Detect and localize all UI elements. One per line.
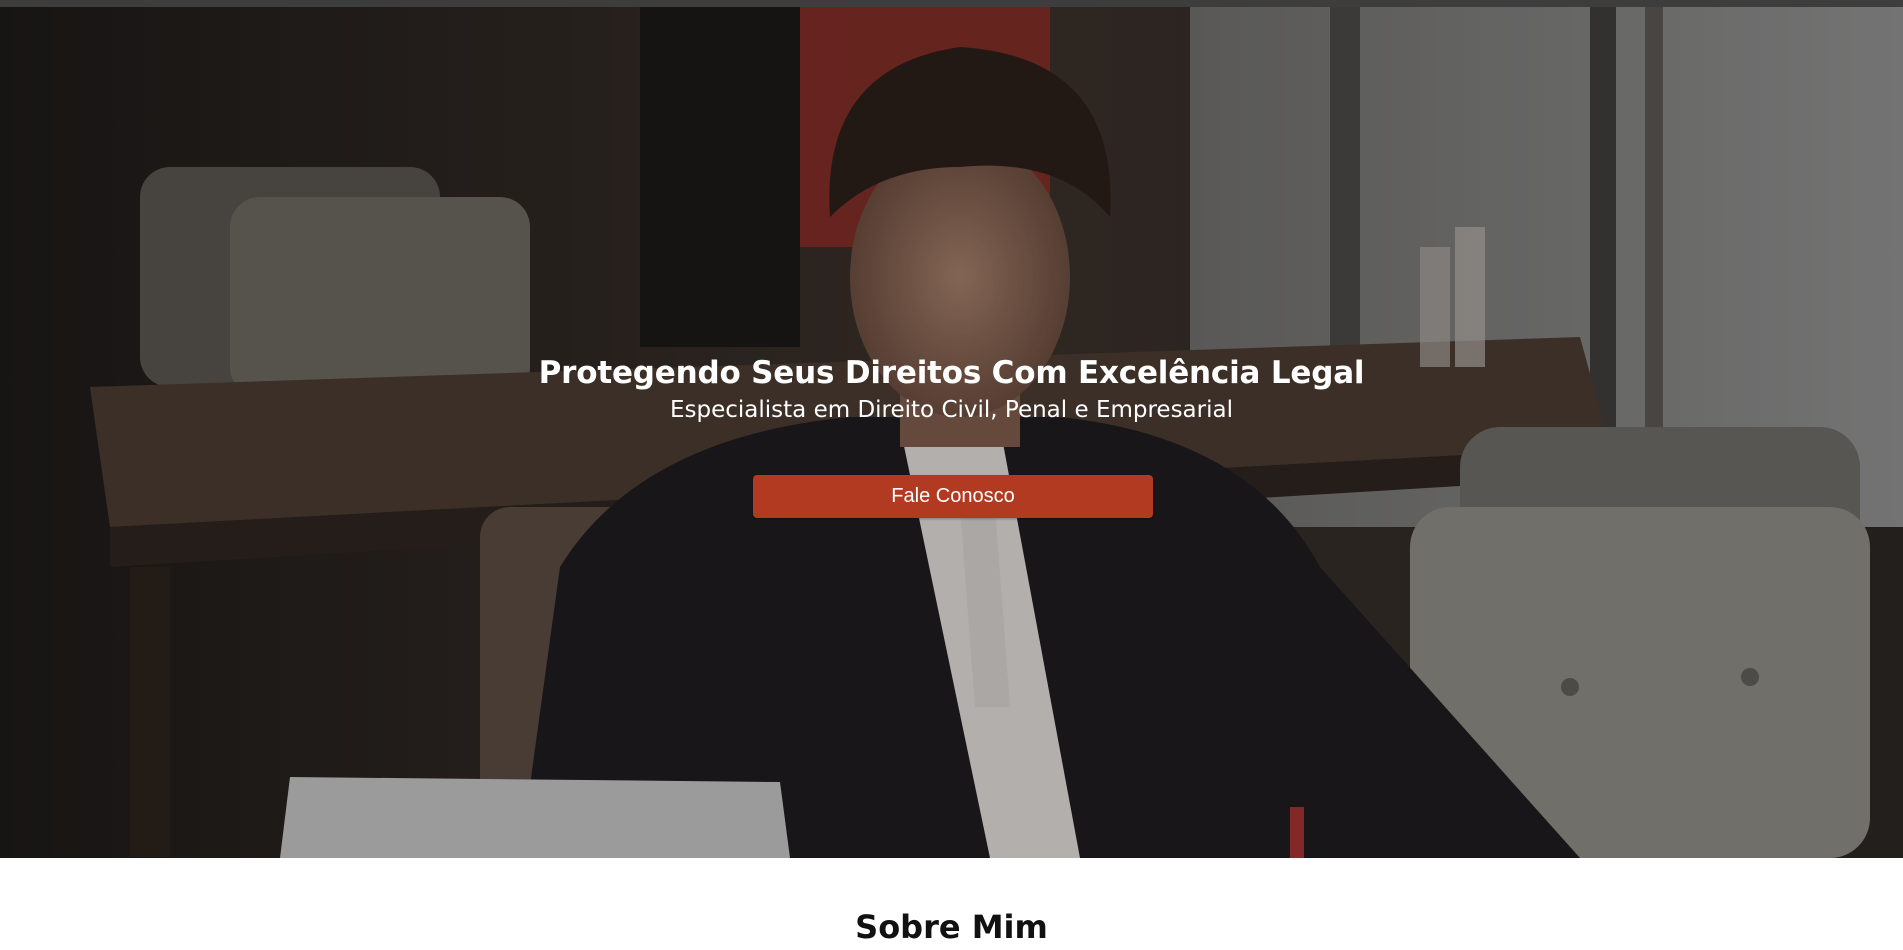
hero-subtitle: Especialista em Direito Civil, Penal e E… [670,397,1233,423]
contact-us-button[interactable]: Fale Conosco [753,475,1153,518]
hero-title: Protegendo Seus Direitos Com Excelência … [538,355,1365,391]
about-title: Sobre Mim [855,908,1048,946]
hero-dark-overlay [0,7,1903,858]
about-section: Sobre Mim [0,858,1903,950]
hero-section: Protegendo Seus Direitos Com Excelência … [0,7,1903,858]
top-bar [0,0,1903,7]
